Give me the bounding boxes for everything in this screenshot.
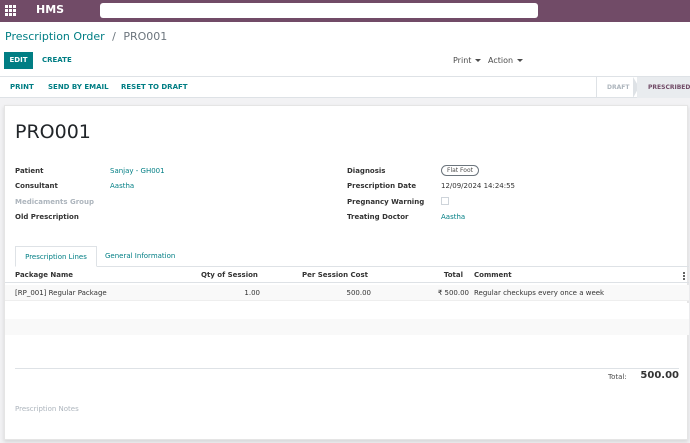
col-package-name[interactable]: Package Name xyxy=(15,271,73,279)
navbar-menu-area xyxy=(100,3,538,18)
tab-general-information[interactable]: General Information xyxy=(105,246,175,267)
diagnosis-label: Diagnosis xyxy=(347,167,386,175)
col-qty-of-session[interactable]: Qty of Session xyxy=(201,271,258,279)
total-divider xyxy=(15,368,679,369)
pregnancy-warning-checkbox[interactable] xyxy=(441,197,449,205)
col-comment[interactable]: Comment xyxy=(474,271,512,279)
status-stages: DRAFT PRESCRIBED xyxy=(596,77,690,98)
breadcrumb-separator: / xyxy=(112,30,116,43)
control-panel: Prescription Order / PRO001 EDIT CREATE … xyxy=(0,22,690,77)
print-action-button[interactable]: PRINT xyxy=(10,77,34,98)
prescription-date-label: Prescription Date xyxy=(347,182,417,190)
caret-down-icon xyxy=(517,59,524,62)
breadcrumb-current: PRO001 xyxy=(123,30,168,43)
patient-label: Patient xyxy=(15,167,44,175)
old-prescription-label: Old Prescription xyxy=(15,213,79,221)
treating-doctor-label: Treating Doctor xyxy=(347,213,409,221)
reset-to-draft-button[interactable]: RESET TO DRAFT xyxy=(121,77,188,98)
record-name: PRO001 xyxy=(15,121,91,143)
form-sheet: PRO001 Patient Sanjay - GH001 Consultant… xyxy=(4,105,689,440)
app-brand[interactable]: HMS xyxy=(36,3,64,16)
create-button[interactable]: CREATE xyxy=(42,52,72,69)
total-value: 500.00 xyxy=(640,370,679,381)
cell-package: [RP_001] Regular Package xyxy=(15,289,107,297)
column-options-icon[interactable] xyxy=(683,272,685,280)
cell-qty: 1.00 xyxy=(244,289,260,297)
send-by-email-button[interactable]: SEND BY EMAIL xyxy=(48,77,109,98)
apps-grid-icon[interactable] xyxy=(5,5,16,16)
lines-table-header: Package Name Qty of Session Per Session … xyxy=(5,269,689,283)
table-row[interactable]: [RP_001] Regular Package 1.00 500.00 ₹ 5… xyxy=(5,285,689,301)
diagnosis-tag[interactable]: Flat Foot xyxy=(441,165,479,176)
caret-down-icon xyxy=(475,59,482,62)
action-dropdown-label: Action xyxy=(488,56,514,65)
breadcrumb: Prescription Order / PRO001 xyxy=(5,30,167,43)
form-statusbar: PRINT SEND BY EMAIL RESET TO DRAFT DRAFT… xyxy=(0,77,690,98)
medicaments-group-label: Medicaments Group xyxy=(15,198,94,206)
print-dropdown[interactable]: Print xyxy=(453,53,482,68)
prescription-date-field[interactable]: 12/09/2024 14:24:55 xyxy=(441,182,515,190)
top-navbar: HMS xyxy=(0,0,690,22)
stage-draft[interactable]: DRAFT xyxy=(607,77,629,98)
empty-row xyxy=(5,303,689,319)
consultant-label: Consultant xyxy=(15,182,58,190)
cell-total: ₹ 500.00 xyxy=(437,289,469,297)
col-total[interactable]: Total xyxy=(425,271,463,279)
treating-doctor-field[interactable]: Aastha xyxy=(441,213,465,221)
notebook-tabs: Prescription Lines General Information xyxy=(15,246,689,267)
cell-comment: Regular checkups every once a week xyxy=(474,289,605,297)
empty-row xyxy=(5,319,689,335)
action-dropdown[interactable]: Action xyxy=(488,53,524,68)
print-dropdown-label: Print xyxy=(453,56,472,65)
patient-field[interactable]: Sanjay - GH001 xyxy=(110,167,165,175)
prescription-notes-field[interactable]: Prescription Notes xyxy=(15,405,79,413)
breadcrumb-parent[interactable]: Prescription Order xyxy=(5,30,105,43)
cell-cost: 500.00 xyxy=(346,289,372,297)
stage-prescribed[interactable]: PRESCRIBED xyxy=(648,77,690,98)
col-per-session-cost[interactable]: Per Session Cost xyxy=(302,271,368,279)
total-label: Total: xyxy=(608,373,627,381)
tab-prescription-lines[interactable]: Prescription Lines xyxy=(15,246,97,267)
consultant-field[interactable]: Aastha xyxy=(110,182,134,190)
pregnancy-warning-label: Pregnancy Warning xyxy=(347,198,425,206)
edit-button[interactable]: EDIT xyxy=(4,52,33,69)
